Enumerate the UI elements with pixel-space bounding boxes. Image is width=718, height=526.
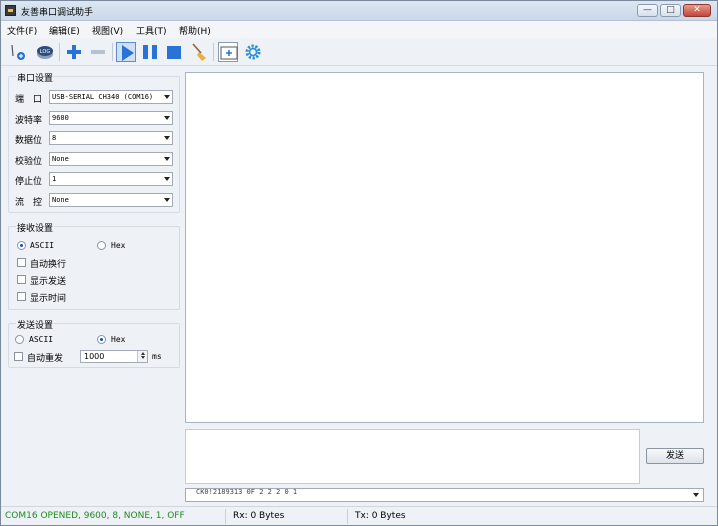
data-bits-value: 8 (52, 134, 57, 142)
receive-ascii-radio[interactable] (17, 241, 26, 250)
auto-resend-label: 自动重发 (27, 354, 64, 364)
receive-ascii-label: ASCII (30, 241, 55, 250)
parity-value: None (52, 155, 69, 163)
auto-resend-checkbox[interactable] (14, 352, 23, 361)
chevron-down-icon (140, 356, 145, 359)
serial-settings-title: 串口设置 (16, 71, 55, 84)
log-icon[interactable]: LOG (35, 42, 55, 62)
port-value: USB-SERIAL CH340 (COM16) (52, 93, 154, 101)
tx-count: Tx: 0 Bytes (355, 511, 406, 521)
parity-select[interactable]: None (49, 152, 173, 166)
chevron-down-icon (164, 177, 170, 181)
menu-edit[interactable]: 编辑(E) (49, 24, 80, 37)
menu-tools[interactable]: 工具(T) (136, 24, 167, 37)
interval-unit-label: ms (152, 352, 162, 361)
send-hex-label: Hex (111, 335, 126, 344)
stepper-arrows[interactable] (137, 351, 147, 362)
data-bits-select[interactable]: 8 (49, 131, 173, 145)
send-ascii-label: ASCII (29, 335, 54, 344)
baud-rate-select[interactable]: 9600 (49, 111, 173, 125)
window-title: 友善串口调试助手 (21, 8, 94, 18)
close-button[interactable]: ✕ (683, 4, 711, 17)
receive-textarea[interactable] (185, 72, 704, 423)
auto-wrap-checkbox[interactable] (17, 258, 26, 267)
remove-icon[interactable] (88, 42, 108, 62)
receive-hex-label: Hex (111, 241, 126, 250)
menu-bar: 文件(F) 编辑(E) 视图(V) 工具(T) 帮助(H) (1, 21, 717, 38)
add-icon[interactable] (64, 42, 84, 62)
broom-clear-icon[interactable] (189, 42, 209, 62)
show-time-label: 显示时间 (30, 294, 67, 304)
app-window: 友善串口调试助手 — □ ✕ 文件(F) 编辑(E) 视图(V) 工具(T) 帮… (0, 0, 718, 526)
send-history-select[interactable]: CK0!2189313 0F 2 2 2 0 1 (185, 488, 704, 502)
receive-settings-title: 接收设置 (16, 221, 55, 234)
chevron-down-icon (164, 116, 170, 120)
baud-rate-label: 波特率 (15, 116, 43, 126)
show-time-checkbox[interactable] (17, 292, 26, 301)
add-window-icon[interactable] (218, 42, 238, 62)
parity-label: 校验位 (15, 157, 43, 167)
port-label: 端 口 (15, 95, 43, 105)
chevron-down-icon (164, 198, 170, 202)
resend-interval-stepper[interactable]: 1000 (80, 350, 148, 363)
menu-file[interactable]: 文件(F) (7, 24, 37, 37)
minimize-button[interactable]: — (637, 4, 658, 17)
baud-rate-value: 9600 (52, 114, 69, 122)
connect-plug-icon[interactable] (8, 42, 28, 62)
chevron-down-icon (693, 493, 699, 497)
chevron-down-icon (164, 157, 170, 161)
resend-interval-value: 1000 (84, 352, 105, 361)
flow-control-label: 流 控 (15, 198, 43, 208)
status-divider (347, 509, 348, 524)
receive-hex-radio[interactable] (97, 241, 106, 250)
receive-settings-group: 接收设置 ASCII Hex 自动换行 显示发送 显示时间 (8, 221, 180, 310)
menu-help[interactable]: 帮助(H) (179, 24, 211, 37)
show-send-checkbox[interactable] (17, 275, 26, 284)
maximize-button[interactable]: □ (660, 4, 681, 17)
rx-count: Rx: 0 Bytes (233, 511, 285, 521)
auto-wrap-label: 自动换行 (30, 260, 67, 270)
stop-icon[interactable] (164, 42, 184, 62)
chevron-down-icon (164, 95, 170, 99)
send-history-value: CK0!2189313 0F 2 2 2 0 1 (196, 488, 298, 496)
stop-bits-value: 1 (52, 175, 57, 183)
send-ascii-radio[interactable] (15, 335, 24, 344)
play-icon[interactable] (116, 42, 136, 62)
connection-status: COM16 OPENED, 9600, 8, NONE, 1, OFF (5, 511, 185, 521)
status-divider (225, 509, 226, 524)
pause-icon[interactable] (140, 42, 160, 62)
stop-bits-label: 停止位 (15, 177, 43, 187)
send-hex-radio[interactable] (97, 335, 106, 344)
toolbar: LOG (1, 38, 717, 66)
data-bits-label: 数据位 (15, 136, 43, 146)
toolbar-separator (213, 43, 214, 61)
app-icon (5, 5, 16, 16)
status-bar: COM16 OPENED, 9600, 8, NONE, 1, OFF Rx: … (1, 506, 717, 525)
title-bar[interactable]: 友善串口调试助手 — □ ✕ (1, 1, 717, 21)
port-select[interactable]: USB-SERIAL CH340 (COM16) (49, 90, 173, 104)
toolbar-separator (59, 43, 60, 61)
serial-settings-group: 串口设置 端 口 USB-SERIAL CH340 (COM16) 波特率 96… (8, 71, 180, 213)
send-textarea[interactable] (185, 429, 640, 484)
show-send-label: 显示发送 (30, 277, 67, 287)
chevron-up-icon (140, 352, 145, 355)
send-settings-group: 发送设置 ASCII Hex 自动重发 1000 ms (8, 318, 180, 368)
menu-view[interactable]: 视图(V) (92, 24, 123, 37)
flow-control-select[interactable]: None (49, 193, 173, 207)
log-label: LOG (40, 49, 51, 55)
gear-icon[interactable] (243, 42, 263, 62)
flow-control-value: None (52, 196, 69, 204)
stop-bits-select[interactable]: 1 (49, 172, 173, 186)
toolbar-separator (112, 43, 113, 61)
chevron-down-icon (164, 136, 170, 140)
send-button[interactable]: 发送 (646, 448, 704, 464)
send-settings-title: 发送设置 (16, 318, 55, 331)
